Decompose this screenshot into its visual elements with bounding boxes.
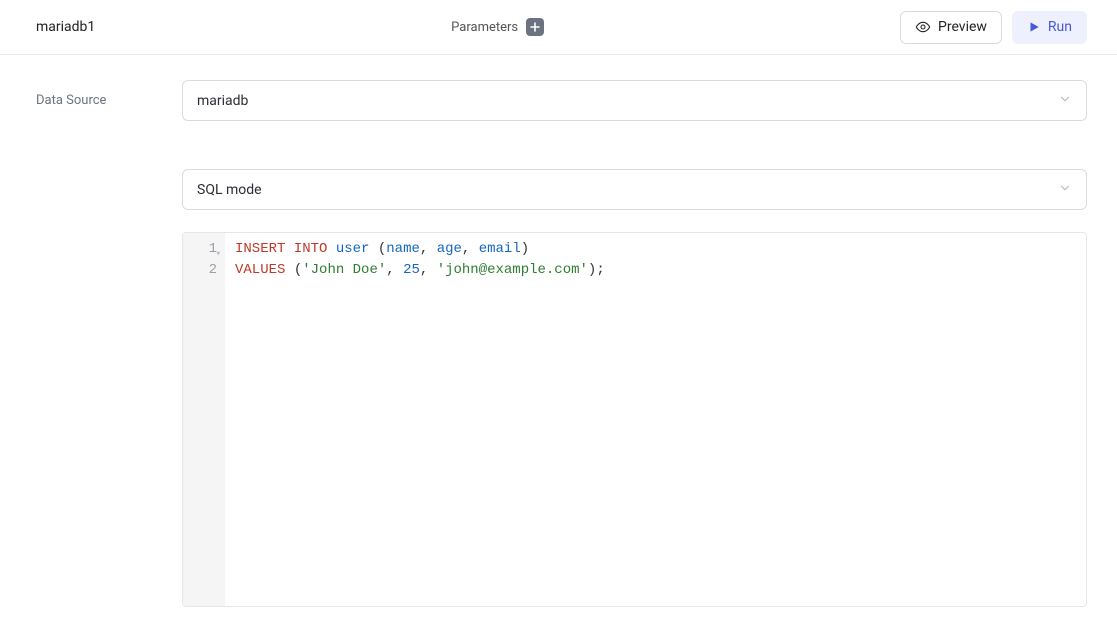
- sql-mode-value: SQL mode: [197, 182, 262, 198]
- sql-mode-row: SQL mode: [36, 169, 1087, 210]
- data-source-value: mariadb: [197, 93, 248, 109]
- play-icon: [1027, 20, 1041, 34]
- sql-mode-select[interactable]: SQL mode: [182, 169, 1087, 210]
- data-source-select[interactable]: mariadb: [182, 80, 1087, 121]
- query-config: Data Source mariadb SQL mode 1▾2 INSERT …: [0, 55, 1117, 607]
- header-actions: Preview Run: [900, 11, 1087, 44]
- sql-editor[interactable]: 1▾2 INSERT INTO user (name, age, email)V…: [182, 232, 1087, 607]
- preview-label: Preview: [938, 19, 987, 35]
- page-title: mariadb1: [36, 19, 95, 35]
- data-source-label: Data Source: [36, 93, 182, 108]
- parameters-label: Parameters: [451, 20, 518, 35]
- line-gutter: 1▾2: [183, 233, 225, 606]
- data-source-row: Data Source mariadb: [36, 80, 1087, 121]
- plus-icon: [530, 22, 540, 32]
- chevron-down-icon: [1058, 181, 1072, 199]
- preview-button[interactable]: Preview: [900, 11, 1002, 44]
- header-bar: mariadb1 Parameters Preview Run: [0, 0, 1117, 55]
- code-area[interactable]: INSERT INTO user (name, age, email)VALUE…: [225, 233, 615, 606]
- run-label: Run: [1048, 19, 1072, 35]
- run-button[interactable]: Run: [1012, 11, 1087, 44]
- add-parameter-button[interactable]: [526, 18, 544, 36]
- parameters-group: Parameters: [95, 18, 900, 36]
- eye-icon: [915, 19, 931, 35]
- chevron-down-icon: [1058, 92, 1072, 110]
